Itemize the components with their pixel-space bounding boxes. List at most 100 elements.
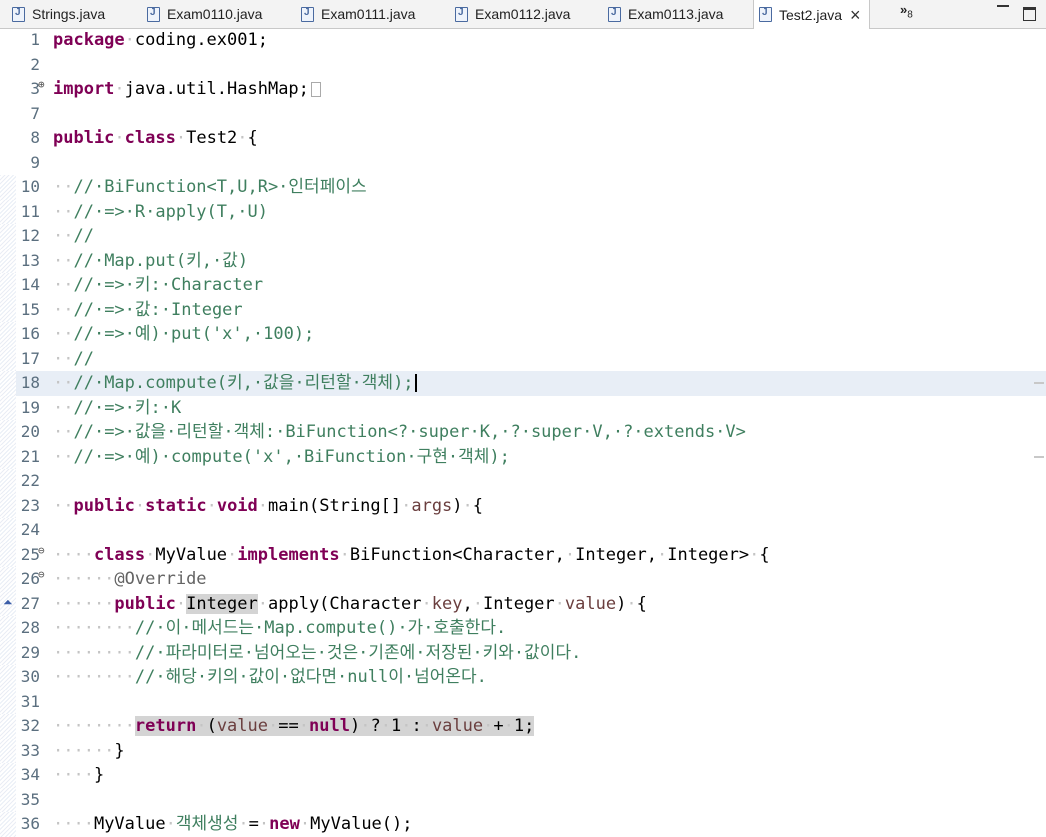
line-number: 10 bbox=[20, 177, 40, 196]
overview-ruler-mark[interactable] bbox=[1034, 382, 1044, 384]
line-number: 15 bbox=[20, 299, 40, 319]
tab-label: Exam0112.java bbox=[475, 6, 571, 22]
java-file-icon bbox=[147, 6, 160, 22]
code-text: ··//·=>·예)·compute('x',·BiFunction·구현·객체… bbox=[53, 446, 510, 467]
code-text: ··// bbox=[53, 348, 94, 369]
code-line[interactable]: 27 ⏶ ······public·Integer·apply(Character·… bbox=[0, 591, 1046, 616]
line-number: 7 bbox=[30, 103, 40, 123]
code-line[interactable]: 8 public·class·Test2·{ bbox=[0, 126, 1046, 151]
line-number: 28 bbox=[20, 618, 40, 637]
close-icon[interactable]: × bbox=[850, 6, 861, 24]
code-text: ········return·(value·==·null)·?·1·:·val… bbox=[53, 716, 535, 736]
tab-label: Exam0111.java bbox=[321, 6, 416, 22]
folded-imports-box[interactable] bbox=[310, 81, 321, 97]
code-line[interactable]: 15 ··//·=>·값:·Integer bbox=[0, 297, 1046, 322]
code-line[interactable]: 1 package·coding.ex001; bbox=[0, 28, 1046, 53]
code-line[interactable]: 25 ⊖ ····class·MyValue·implements·BiFuncti… bbox=[0, 542, 1046, 567]
line-number: 36 bbox=[20, 814, 40, 833]
code-line[interactable]: 36 ····MyValue·객체생성·=·new·MyValue(); bbox=[0, 812, 1046, 837]
tab-exam0113[interactable]: Exam0113.java bbox=[608, 0, 723, 28]
tab-exam0110[interactable]: Exam0110.java bbox=[147, 0, 262, 28]
tab-exam0112[interactable]: Exam0112.java bbox=[455, 0, 570, 28]
code-text: public·class·Test2·{ bbox=[53, 128, 258, 148]
code-text: ··//·=>·키:·K bbox=[53, 397, 182, 418]
code-line[interactable]: 7 bbox=[0, 102, 1046, 127]
maximize-icon[interactable] bbox=[1023, 7, 1036, 21]
code-text: ··//·=>·R·apply(T,·U) bbox=[53, 201, 268, 222]
line-number: 12 bbox=[20, 226, 40, 245]
code-text: ········//·이·메서드는·Map.compute()·가·호출한다. bbox=[53, 618, 507, 638]
code-line[interactable]: 9 bbox=[0, 151, 1046, 176]
code-text: ··//·=>·키:·Character bbox=[53, 275, 264, 295]
code-line[interactable]: 12 ··// bbox=[0, 224, 1046, 249]
tab-overflow-button[interactable]: »8 bbox=[900, 2, 913, 21]
line-number: 35 bbox=[20, 789, 40, 809]
code-text: ··//·Map.put(키,·값) bbox=[53, 250, 249, 271]
code-text: ··//·Map.compute(키,·값을·리턴할·객체); bbox=[53, 371, 417, 396]
code-line[interactable]: 16 ··//·=>·예)·put('x',·100); bbox=[0, 322, 1046, 347]
collapse-fold-icon[interactable]: ⊖ bbox=[38, 568, 45, 581]
code-line[interactable]: 11 ··//·=>·R·apply(T,·U) bbox=[0, 199, 1046, 224]
code-text: ··//·=>·예)·put('x',·100); bbox=[53, 324, 315, 344]
line-number: 20 bbox=[20, 422, 40, 441]
line-number: 9 bbox=[30, 152, 40, 172]
code-line[interactable]: 17 ··// bbox=[0, 346, 1046, 371]
line-number: 24 bbox=[20, 520, 40, 539]
code-line[interactable]: 10 ··//·BiFunction<T,U,R>·인터페이스 bbox=[0, 175, 1046, 200]
code-text: ····} bbox=[53, 765, 105, 785]
line-number: 8 bbox=[30, 128, 40, 147]
minimize-icon[interactable] bbox=[997, 5, 1009, 8]
code-text: ······} bbox=[53, 740, 125, 761]
code-line[interactable]: 23 ··public·static·void·main(String[]·arg… bbox=[0, 493, 1046, 518]
line-number: 16 bbox=[20, 324, 40, 343]
tab-label: Exam0113.java bbox=[628, 6, 724, 22]
code-text: ··//·BiFunction<T,U,R>·인터페이스 bbox=[53, 177, 367, 197]
collapse-fold-icon[interactable]: ⊖ bbox=[38, 544, 45, 557]
line-number: 29 bbox=[20, 642, 40, 662]
code-line[interactable]: 26 ⊖ ······@Override bbox=[0, 567, 1046, 592]
code-line[interactable]: 3 ⊕ import·java.util.HashMap; bbox=[0, 77, 1046, 102]
code-line[interactable]: 31 bbox=[0, 689, 1046, 714]
code-text: ····class·MyValue·implements·BiFunction<… bbox=[53, 544, 770, 565]
code-line[interactable]: 32 ········return·(value·==·null)·?·1·:·v… bbox=[0, 714, 1046, 739]
code-line[interactable]: 2 bbox=[0, 53, 1046, 78]
editor-tab-bar: Strings.java Exam0110.java Exam0111.java Ex… bbox=[0, 0, 1046, 29]
code-line[interactable]: 18 ··//·Map.compute(키,·값을·리턴할·객체); bbox=[0, 371, 1046, 396]
java-file-icon bbox=[759, 7, 772, 22]
line-number: 32 bbox=[20, 716, 40, 735]
code-line[interactable]: 22 bbox=[0, 469, 1046, 494]
code-editor[interactable]: 1 package·coding.ex001; 2 3 ⊕ import·java.uti… bbox=[0, 28, 1046, 837]
tab-label: Exam0110.java bbox=[167, 6, 263, 22]
code-line[interactable]: 35 bbox=[0, 787, 1046, 812]
tab-test2[interactable]: Test2.java × bbox=[753, 0, 870, 29]
line-number: 23 bbox=[20, 495, 40, 515]
code-text: package·coding.ex001; bbox=[53, 30, 268, 50]
code-text: ········//·파라미터로·넘어오는·것은·기존에·저장된·키와·값이다. bbox=[53, 642, 582, 663]
code-text: ······public·Integer·apply(Character·key… bbox=[53, 593, 647, 614]
overview-ruler-mark[interactable] bbox=[1034, 455, 1044, 458]
code-line[interactable]: 34 ····} bbox=[0, 763, 1046, 788]
code-line[interactable]: 29 ········//·파라미터로·넘어오는·것은·기존에·저장된·키와·값이… bbox=[0, 640, 1046, 665]
code-text: ··//·=>·값을·리턴할·객체:·BiFunction<?·super·K,… bbox=[53, 422, 746, 442]
tab-strings[interactable]: Strings.java bbox=[12, 0, 105, 28]
code-line[interactable]: 20 ··//·=>·값을·리턴할·객체:·BiFunction<?·super·… bbox=[0, 420, 1046, 445]
code-line[interactable]: 19 ··//·=>·키:·K bbox=[0, 395, 1046, 420]
tab-exam0111[interactable]: Exam0111.java bbox=[301, 0, 415, 28]
line-number: 17 bbox=[20, 348, 40, 368]
code-text: ····MyValue·객체생성·=·new·MyValue(); bbox=[53, 814, 413, 834]
line-number: 18 bbox=[20, 373, 40, 392]
code-line[interactable]: 21 ··//·=>·예)·compute('x',·BiFunction·구현·… bbox=[0, 444, 1046, 469]
code-text: ······@Override bbox=[53, 569, 207, 589]
code-line[interactable]: 13 ··//·Map.put(키,·값) bbox=[0, 248, 1046, 273]
text-cursor bbox=[414, 374, 417, 392]
code-line[interactable]: 33 ······} bbox=[0, 738, 1046, 763]
code-line[interactable]: 30 ········//·해당·키의·값이·없다면·null이·넘어온다. bbox=[0, 665, 1046, 690]
code-line[interactable]: 24 bbox=[0, 518, 1046, 543]
code-line[interactable]: 28 ········//·이·메서드는·Map.compute()·가·호출한다… bbox=[0, 616, 1046, 641]
expand-fold-icon[interactable]: ⊕ bbox=[38, 78, 45, 91]
tab-label: Strings.java bbox=[32, 6, 106, 22]
code-line[interactable]: 14 ··//·=>·키:·Character bbox=[0, 273, 1046, 298]
line-number: 19 bbox=[20, 397, 40, 417]
code-text: import·java.util.HashMap; bbox=[53, 77, 321, 102]
java-file-icon bbox=[301, 6, 314, 22]
